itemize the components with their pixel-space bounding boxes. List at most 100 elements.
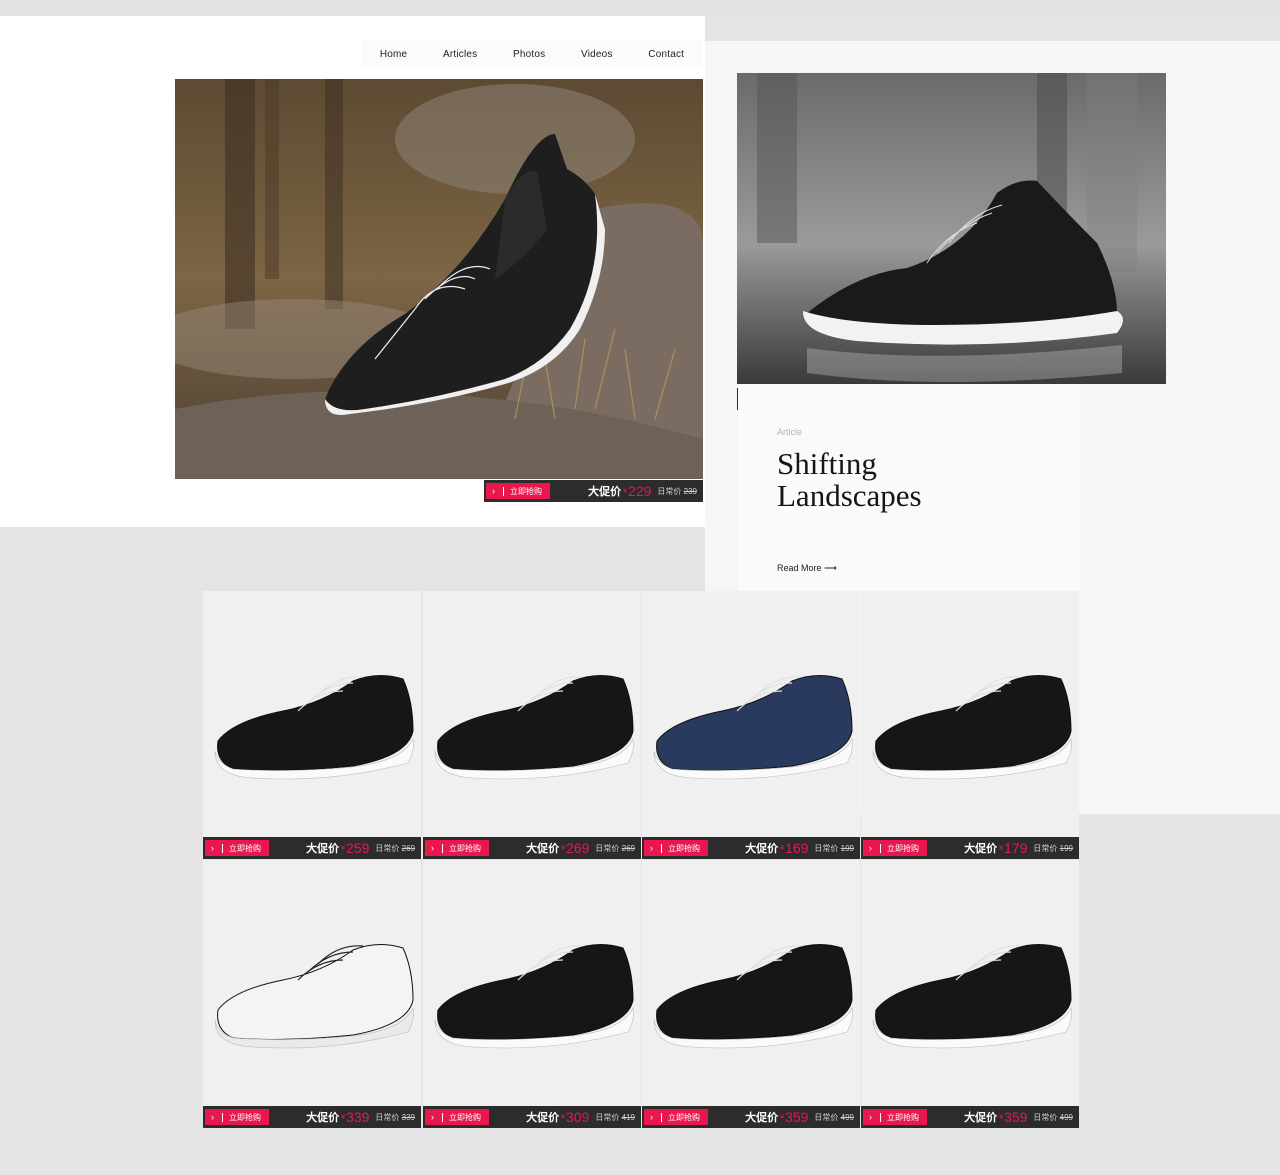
- buy-now-button[interactable]: › 立即抢购: [863, 840, 927, 856]
- sneaker-image: [214, 944, 414, 1049]
- buy-now-button[interactable]: › 立即抢购: [425, 1109, 489, 1125]
- buy-now-label: 立即抢购: [887, 1112, 919, 1122]
- currency-symbol: ¥: [623, 487, 628, 495]
- nav-photos[interactable]: Photos: [513, 49, 545, 60]
- promo-price: 309: [566, 1109, 590, 1125]
- buy-now-button[interactable]: › 立即抢购: [425, 840, 489, 856]
- article-title[interactable]: Shifting Landscapes: [777, 448, 922, 512]
- buy-now-label: 立即抢购: [449, 843, 481, 853]
- promo-price: 179: [1004, 840, 1028, 856]
- product-grid: › 立即抢购 大促价 ¥259 日常价 269 › 立即抢购 大促价 ¥269 日常价 269 › 立…: [203, 591, 1080, 1128]
- promo-label: 大促价: [745, 1112, 779, 1124]
- promo-label: 大促价: [964, 843, 998, 855]
- sneaker-image: [434, 944, 634, 1049]
- buy-now-label: 立即抢购: [449, 1112, 481, 1122]
- buy-now-label: 立即抢购: [668, 1112, 700, 1122]
- buy-now-button[interactable]: › 立即抢购: [205, 840, 269, 856]
- currency-symbol: ¥: [561, 844, 566, 852]
- product-card[interactable]: › 立即抢购 大促价 ¥179 日常价 199: [861, 591, 1079, 859]
- currency-symbol: ¥: [341, 1113, 346, 1121]
- product-price-tag: › 立即抢购 大促价 ¥309 日常价 419: [423, 1106, 641, 1128]
- product-price-tag: › 立即抢购 大促价 ¥259 日常价 269: [203, 837, 421, 859]
- promo-label: 大促价: [588, 486, 622, 498]
- hero-price-tag: › 立即抢购 大促价 ¥ 229 日常价 239: [484, 480, 703, 502]
- product-price-tag: › 立即抢购 大促价 ¥359 日常价 499: [861, 1106, 1079, 1128]
- regular-price: 日常价 419: [595, 1112, 635, 1122]
- promo-price: 229: [628, 483, 652, 499]
- chevron-right-icon: ›: [869, 843, 872, 853]
- product-card[interactable]: › 立即抢购 大促价 ¥359 日常价 499: [642, 860, 860, 1128]
- feature-shoe-photo[interactable]: [737, 73, 1166, 384]
- sneaker-image: [872, 675, 1072, 780]
- product-price-tag: › 立即抢购 大促价 ¥179 日常价 199: [861, 837, 1079, 859]
- promo-price: 269: [566, 840, 590, 856]
- sneaker-image: [653, 675, 853, 780]
- promo-label: 大促价: [526, 1112, 560, 1124]
- promo-label: 大促价: [526, 843, 560, 855]
- promo-price: 259: [346, 840, 370, 856]
- regular-price: 日常价 269: [375, 843, 415, 853]
- promo-label: 大促价: [964, 1112, 998, 1124]
- article-category: Article: [777, 427, 803, 437]
- hero-shoe-photo[interactable]: [175, 79, 703, 479]
- buy-now-button[interactable]: › 立即抢购: [486, 483, 550, 499]
- regular-price: 日常价 339: [375, 1112, 415, 1122]
- chevron-right-icon: ›: [869, 1112, 872, 1122]
- product-price-tag: › 立即抢购 大促价 ¥169 日常价 199: [642, 837, 860, 859]
- arrow-right-icon: ⟶: [824, 563, 837, 573]
- chevron-right-icon: ›: [492, 486, 495, 496]
- currency-symbol: ¥: [780, 844, 785, 852]
- product-card[interactable]: › 立即抢购 大促价 ¥259 日常价 269: [203, 591, 421, 859]
- product-card[interactable]: › 立即抢购 大促价 ¥339 日常价 339: [203, 860, 421, 1128]
- promo-price: 339: [346, 1109, 370, 1125]
- currency-symbol: ¥: [999, 1113, 1004, 1121]
- buy-now-label: 立即抢购: [668, 843, 700, 853]
- buy-now-button[interactable]: › 立即抢购: [205, 1109, 269, 1125]
- chevron-right-icon: ›: [650, 1112, 653, 1122]
- read-more-link[interactable]: Read More ⟶: [777, 563, 837, 574]
- main-nav: Home Articles Photos Videos Contact: [362, 40, 702, 68]
- nav-videos[interactable]: Videos: [581, 49, 613, 60]
- product-card[interactable]: › 立即抢购 大促价 ¥269 日常价 269: [423, 591, 641, 859]
- currency-symbol: ¥: [341, 844, 346, 852]
- product-card[interactable]: › 立即抢购 大促价 ¥169 日常价 199: [642, 591, 860, 859]
- nav-contact[interactable]: Contact: [648, 49, 684, 60]
- regular-price: 日常价 199: [814, 843, 854, 853]
- promo-label: 大促价: [306, 843, 340, 855]
- regular-price: 日常价 239: [657, 486, 697, 496]
- chevron-right-icon: ›: [211, 1112, 214, 1122]
- chevron-right-icon: ›: [211, 843, 214, 853]
- product-price-tag: › 立即抢购 大促价 ¥339 日常价 339: [203, 1106, 421, 1128]
- promo-label: 大促价: [745, 843, 779, 855]
- regular-price: 日常价 199: [1033, 843, 1073, 853]
- buy-now-label: 立即抢购: [510, 486, 542, 496]
- chevron-right-icon: ›: [650, 843, 653, 853]
- nav-home[interactable]: Home: [380, 49, 407, 60]
- sneaker-image: [872, 944, 1072, 1049]
- buy-now-button[interactable]: › 立即抢购: [863, 1109, 927, 1125]
- regular-price: 日常价 499: [1033, 1112, 1073, 1122]
- regular-price: 日常价 499: [814, 1112, 854, 1122]
- chevron-right-icon: ›: [431, 1112, 434, 1122]
- sneaker-image: [214, 675, 414, 780]
- product-card[interactable]: › 立即抢购 大促价 ¥309 日常价 419: [423, 860, 641, 1128]
- promo-label: 大促价: [306, 1112, 340, 1124]
- product-price-tag: › 立即抢购 大促价 ¥359 日常价 499: [642, 1106, 860, 1128]
- sneaker-image: [653, 944, 853, 1049]
- promo-price: 359: [785, 1109, 809, 1125]
- product-price-tag: › 立即抢购 大促价 ¥269 日常价 269: [423, 837, 641, 859]
- product-card[interactable]: › 立即抢购 大促价 ¥359 日常价 499: [861, 860, 1079, 1128]
- regular-price: 日常价 269: [595, 843, 635, 853]
- buy-now-button[interactable]: › 立即抢购: [644, 840, 708, 856]
- buy-now-label: 立即抢购: [229, 843, 261, 853]
- promo-price: 169: [785, 840, 809, 856]
- currency-symbol: ¥: [780, 1113, 785, 1121]
- buy-now-button[interactable]: › 立即抢购: [644, 1109, 708, 1125]
- sneaker-image: [434, 675, 634, 780]
- currency-symbol: ¥: [999, 844, 1004, 852]
- chevron-right-icon: ›: [431, 843, 434, 853]
- buy-now-label: 立即抢购: [229, 1112, 261, 1122]
- nav-articles[interactable]: Articles: [443, 49, 477, 60]
- top-strip: [0, 0, 1280, 16]
- promo-price: 359: [1004, 1109, 1028, 1125]
